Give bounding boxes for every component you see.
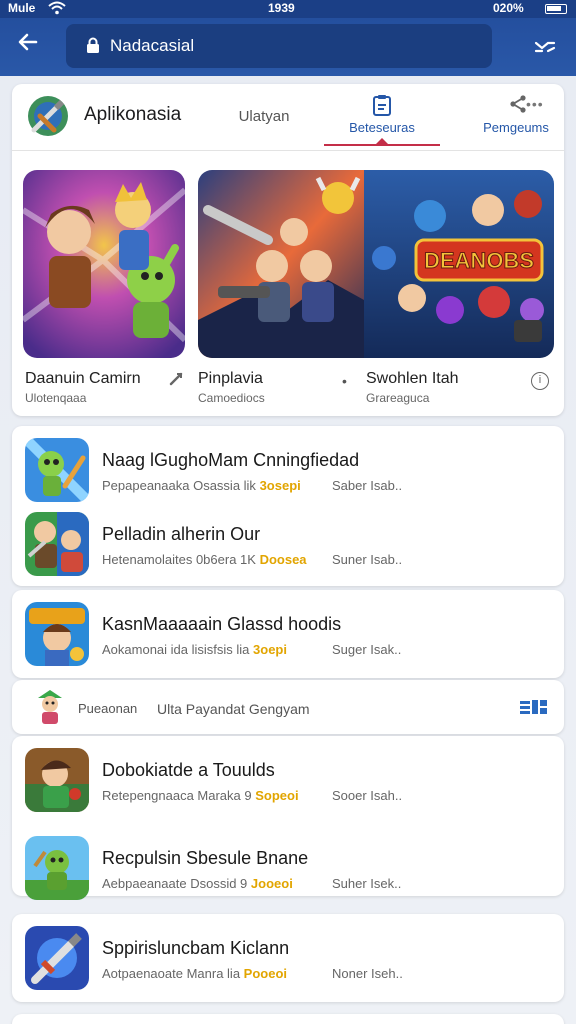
- address-bar[interactable]: Nadacasial: [66, 24, 492, 68]
- meta-text: Pepapeanaaka Osassia lik: [102, 478, 256, 493]
- status-bar: Mule 1939 020%: [0, 0, 576, 18]
- list-item-meta: Retepengnaaca Maraka 9 Sopeoi Sooer Isah…: [102, 788, 402, 803]
- list-item[interactable]: Dobokiatde a Touulds Retepengnaaca Marak…: [12, 738, 564, 822]
- rating-badge: Doosea: [259, 552, 307, 567]
- tab-label: Pemgeums: [483, 120, 549, 135]
- app-icon: [25, 512, 89, 576]
- meta-extra: Saber Isab..: [332, 478, 403, 493]
- list-group-2: KasnMaaaaain Glassd hoodis Aokamonai ida…: [12, 590, 564, 678]
- app-icon: [25, 926, 89, 990]
- share-icon: [508, 94, 528, 117]
- battery-percent: 020%: [493, 1, 524, 15]
- promo-label: Pueaonan: [78, 701, 138, 716]
- list-item[interactable]: Recpulsin Sbesule Bnane Aebpaeanaate Dso…: [12, 826, 564, 910]
- meta-extra: Suher Isek..: [332, 876, 402, 891]
- lock-icon: [86, 37, 100, 59]
- app-logo-icon[interactable]: [26, 94, 70, 138]
- rating-badge: Sopeoi: [255, 788, 299, 803]
- game-tile-1[interactable]: [23, 170, 185, 358]
- link-icon[interactable]: [168, 371, 184, 392]
- meta-extra: Suger Isak..: [332, 642, 402, 657]
- rating-badge: Jooeoi: [250, 876, 293, 891]
- tab-pemgeums[interactable]: Pemgeums: [468, 92, 564, 144]
- menu-button[interactable]: [530, 32, 560, 62]
- list-item[interactable]: Sppirisluncbam Kiclann Aotpaenaoate Manr…: [12, 916, 564, 1000]
- list-group-4: Sppirisluncbam Kiclann Aotpaenaoate Manr…: [12, 914, 564, 1002]
- list-group-3: Dobokiatde a Touulds Retepengnaaca Marak…: [12, 736, 564, 900]
- clipboard-icon: [372, 94, 392, 119]
- app-name: Aplikonasia: [84, 104, 182, 125]
- tile-1-name[interactable]: Daanuin Camirn: [25, 370, 141, 388]
- promo-text: Ulta Payandat Gengyam: [157, 701, 310, 717]
- more-icon[interactable]: •••: [526, 96, 544, 112]
- tile-3-name[interactable]: Swohlen Itah: [366, 370, 459, 388]
- tile-1-sub: Ulotenqaaa: [25, 391, 87, 405]
- list-item-meta: Aotpaenaoate Manra lia Pooeoi Noner Iseh…: [102, 966, 403, 981]
- swap-icon: [534, 41, 556, 53]
- meta-text: Hetenamolaites 0b6era 1K: [102, 552, 256, 567]
- game-artwork-2: DEANOBS: [198, 170, 554, 358]
- arrow-left-icon: [18, 33, 38, 51]
- list-item-title: Pelladin alherin Our: [102, 524, 261, 544]
- list-item[interactable]: KasnMaaaaain Glassd hoodis Aokamonai ida…: [12, 592, 564, 676]
- tab-indicator: [324, 138, 440, 146]
- tile-2-name[interactable]: Pinplavia: [198, 370, 263, 388]
- app-bar: Nadacasial: [0, 18, 576, 76]
- list-item-meta: Hetenamolaites 0b6era 1K Doosea Suner Is…: [102, 552, 402, 567]
- address-text: Nadacasial: [110, 36, 195, 55]
- grid-view-icon[interactable]: [520, 699, 548, 720]
- app-icon: [25, 836, 89, 900]
- tab-label: Beteseuras: [349, 120, 415, 135]
- promo-row[interactable]: Pueaonan Ulta Payandat Gengyam: [12, 680, 564, 734]
- tab-label: Ulatyan: [238, 108, 290, 125]
- list-item-title: Naag lGughoMam Cnningfiedad: [102, 450, 360, 470]
- rating-badge: Pooeoi: [243, 966, 288, 981]
- list-item[interactable]: Naag lGughoMam Cnningfiedad Pepapeanaaka…: [12, 428, 564, 512]
- list-item-title: Recpulsin Sbesule Bnane: [102, 848, 309, 868]
- list-item[interactable]: Pelladin alherin Our Hetenamolaites 0b6e…: [12, 502, 564, 586]
- list-item-meta: Aokamonai ida lisisfsis lia 3oepi Suger …: [102, 642, 401, 657]
- game-tile-2[interactable]: DEANOBS: [198, 170, 554, 358]
- meta-extra: Sooer Isah..: [332, 788, 403, 803]
- mascot-icon: [32, 688, 68, 726]
- app-icon: [25, 602, 89, 666]
- back-button[interactable]: [12, 30, 44, 62]
- list-item-title: KasnMaaaaain Glassd hoodis: [102, 614, 342, 634]
- clock: 1939: [268, 1, 295, 15]
- list-item-title: Dobokiatde a Touulds: [102, 760, 275, 780]
- rating-badge: 3osepi: [259, 478, 301, 493]
- meta-text: Aokamonai ida lisisfsis lia: [102, 642, 250, 657]
- meta-extra: Suner Isab..: [332, 552, 403, 567]
- next-card-peek: [12, 1014, 564, 1024]
- list-item-title: Sppirisluncbam Kiclann: [102, 938, 290, 958]
- tile-2-sub: Camoediocs: [198, 391, 265, 405]
- dot-separator-icon: •: [342, 373, 347, 389]
- tile-banner-text: DEANOBS: [424, 248, 534, 273]
- battery-icon: [545, 4, 567, 14]
- meta-text: Retepengnaaca Maraka 9: [102, 788, 252, 803]
- tab-ulatyan[interactable]: Ulatyan: [224, 92, 304, 144]
- meta-text: Aotpaenaoate Manra lia: [102, 966, 241, 981]
- wifi-icon: [48, 1, 66, 18]
- list-item-meta: Pepapeanaaka Osassia lik 3osepi Saber Is…: [102, 478, 402, 493]
- app-icon: [25, 748, 89, 812]
- tab-beteseuras[interactable]: Beteseuras: [324, 92, 440, 146]
- info-icon[interactable]: i: [531, 372, 549, 390]
- list-group-1: Naag lGughoMam Cnningfiedad Pepapeanaaka…: [12, 426, 564, 586]
- app-icon: [25, 438, 89, 502]
- rating-badge: 3oepi: [253, 642, 287, 657]
- featured-card: Aplikonasia Ulatyan Beteseuras Pemgeums …: [12, 84, 564, 416]
- carrier-label: Mule: [8, 1, 36, 15]
- divider: [12, 150, 564, 151]
- list-item-meta: Aebpaeanaate Dsossid 9 Jooeoi Suher Isek…: [102, 876, 401, 891]
- tile-3-sub: Grareaguca: [366, 391, 430, 405]
- meta-extra: Noner Iseh..: [332, 966, 403, 981]
- game-artwork-1: [23, 170, 185, 358]
- meta-text: Aebpaeanaate Dsossid 9: [102, 876, 248, 891]
